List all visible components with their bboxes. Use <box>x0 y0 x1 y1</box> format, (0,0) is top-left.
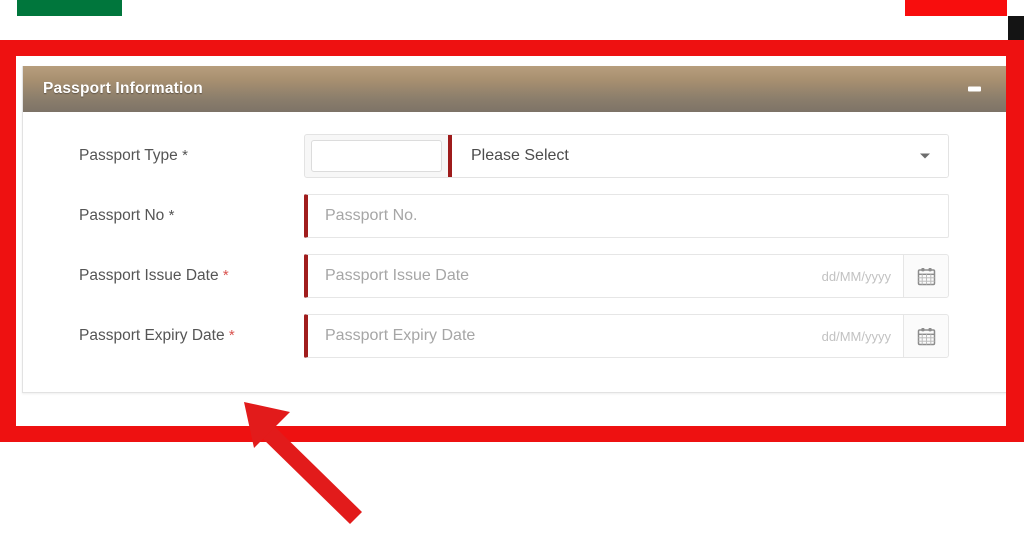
calendar-icon <box>917 267 935 285</box>
field-row-passport-expiry-date: Passport Expiry Date * Passport Expiry D… <box>23 314 1006 358</box>
control-passport-type: Please Select <box>304 134 949 178</box>
top-red-annotation-bar <box>905 0 1007 16</box>
passport-expiry-date-group: Passport Expiry Date dd/MM/yyyy <box>304 314 949 358</box>
chevron-down-icon[interactable] <box>920 153 930 159</box>
label-passport-issue-date: Passport Issue Date * <box>79 268 304 284</box>
control-passport-no: Passport No. <box>304 194 949 238</box>
required-marker: * <box>182 147 188 165</box>
passport-type-prefix-box[interactable] <box>311 140 442 172</box>
required-marker: * <box>168 207 175 225</box>
label-passport-expiry-date-text: Passport Expiry Date <box>79 327 225 345</box>
label-passport-type-text: Passport Type <box>79 147 178 165</box>
passport-expiry-date-input[interactable]: Passport Expiry Date dd/MM/yyyy <box>304 314 903 358</box>
passport-type-value-area[interactable]: Please Select <box>452 135 948 177</box>
passport-issue-date-placeholder: Passport Issue Date <box>325 267 470 284</box>
passport-issue-date-calendar-button[interactable] <box>903 254 949 298</box>
label-passport-no: Passport No * <box>79 208 304 224</box>
panel-body: Passport Type * Please Select Passport N… <box>23 112 1006 392</box>
field-row-passport-type: Passport Type * Please Select <box>23 134 1006 178</box>
passport-type-select[interactable]: Please Select <box>304 134 949 178</box>
arrow-annotation <box>244 402 362 524</box>
required-marker: * <box>228 327 235 345</box>
passport-issue-date-format-hint: dd/MM/yyyy <box>821 268 891 284</box>
passport-issue-date-input[interactable]: Passport Issue Date dd/MM/yyyy <box>304 254 903 298</box>
label-passport-type: Passport Type * <box>79 148 304 164</box>
control-passport-expiry-date: Passport Expiry Date dd/MM/yyyy <box>304 314 949 358</box>
passport-expiry-date-format-hint: dd/MM/yyyy <box>821 328 891 344</box>
control-passport-issue-date: Passport Issue Date dd/MM/yyyy <box>304 254 949 298</box>
field-row-passport-no: Passport No * Passport No. <box>23 194 1006 238</box>
required-marker: * <box>222 267 229 285</box>
label-passport-expiry-date: Passport Expiry Date * <box>79 328 304 344</box>
passport-information-panel: Passport Information Passport Type * Ple… <box>22 66 1007 393</box>
page-root: Passport Information Passport Type * Ple… <box>0 0 1024 536</box>
field-row-passport-issue-date: Passport Issue Date * Passport Issue Dat… <box>23 254 1006 298</box>
page-title: Passport Information <box>43 80 203 97</box>
panel-header[interactable]: Passport Information <box>23 66 1006 112</box>
passport-type-selected-value: Please Select <box>471 147 569 164</box>
label-passport-issue-date-text: Passport Issue Date <box>79 267 219 285</box>
passport-expiry-date-calendar-button[interactable] <box>903 314 949 358</box>
minus-icon[interactable] <box>968 86 981 92</box>
calendar-icon <box>917 327 935 345</box>
passport-no-placeholder: Passport No. <box>325 207 418 224</box>
top-green-bar <box>17 0 122 16</box>
label-passport-no-text: Passport No <box>79 207 165 225</box>
passport-expiry-date-placeholder: Passport Expiry Date <box>325 327 476 344</box>
highlight-rectangle-right-edge <box>1006 40 1024 442</box>
passport-issue-date-group: Passport Issue Date dd/MM/yyyy <box>304 254 949 298</box>
passport-no-input[interactable]: Passport No. <box>304 194 949 238</box>
